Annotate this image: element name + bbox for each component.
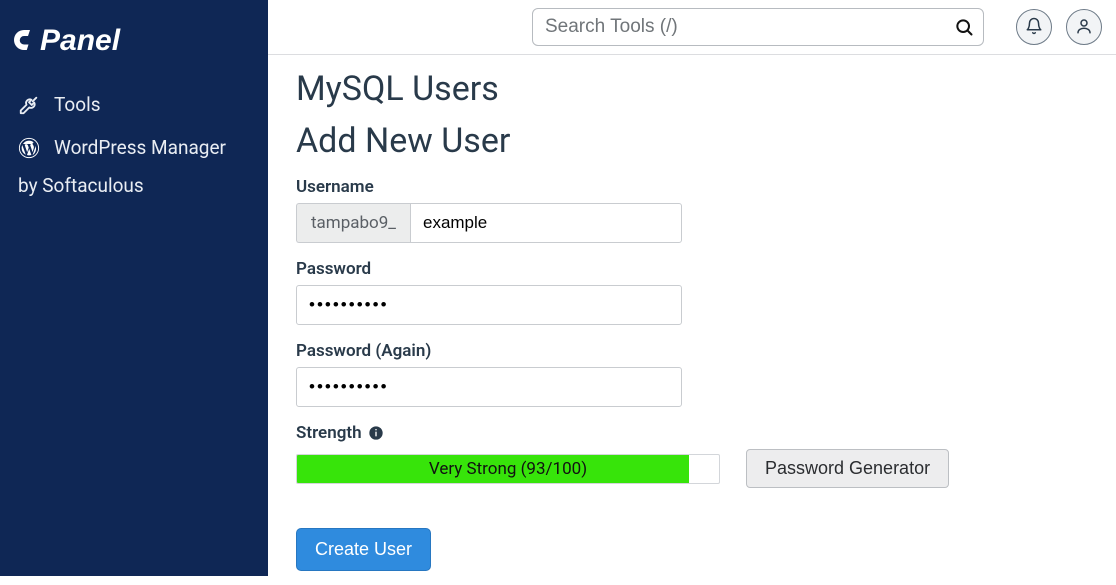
strength-label: Strength bbox=[296, 423, 362, 443]
strength-meter: Very Strong (93/100) bbox=[296, 454, 720, 484]
password-again-label: Password (Again) bbox=[296, 341, 1088, 361]
bell-icon bbox=[1025, 17, 1043, 38]
svg-text:Panel: Panel bbox=[40, 24, 121, 57]
wordpress-icon bbox=[18, 137, 40, 159]
strength-group: Strength Very Strong (93/100) Pa bbox=[296, 423, 1088, 488]
tools-icon bbox=[18, 94, 40, 116]
password-again-group: Password (Again) bbox=[296, 341, 1088, 407]
username-group: Username tampabo9_ bbox=[296, 177, 1088, 243]
sidebar-item-label: Tools bbox=[54, 94, 101, 117]
topbar bbox=[268, 0, 1116, 55]
create-user-button[interactable]: Create User bbox=[296, 528, 431, 571]
sidebar-subline: by Softaculous bbox=[0, 170, 268, 209]
notifications-button[interactable] bbox=[1016, 9, 1052, 45]
cpanel-logo: Panel bbox=[0, 12, 268, 84]
sidebar-item-wordpress-manager[interactable]: WordPress Manager bbox=[0, 127, 268, 170]
user-icon bbox=[1075, 17, 1093, 38]
username-label: Username bbox=[296, 177, 1088, 197]
password-input[interactable] bbox=[296, 285, 682, 325]
account-button[interactable] bbox=[1066, 9, 1102, 45]
username-prefix: tampabo9_ bbox=[296, 203, 410, 243]
password-label: Password bbox=[296, 259, 1088, 279]
info-icon[interactable] bbox=[368, 425, 384, 441]
sidebar-item-label: WordPress Manager bbox=[54, 137, 226, 160]
sidebar-item-tools[interactable]: Tools bbox=[0, 84, 268, 127]
password-again-input[interactable] bbox=[296, 367, 682, 407]
search-wrap bbox=[532, 8, 984, 46]
password-group: Password bbox=[296, 259, 1088, 325]
content: MySQL Users Add New User Username tampab… bbox=[268, 55, 1116, 585]
sidebar: Panel Tools WordPress Manager by bbox=[0, 0, 268, 576]
username-input[interactable] bbox=[410, 203, 682, 243]
cpanel-logo-svg: Panel bbox=[14, 22, 160, 58]
main-area: MySQL Users Add New User Username tampab… bbox=[268, 0, 1116, 576]
search-icon[interactable] bbox=[954, 17, 974, 37]
search-input[interactable] bbox=[532, 8, 984, 46]
strength-meter-text: Very Strong (93/100) bbox=[297, 455, 719, 483]
page-title: MySQL Users bbox=[296, 69, 1088, 109]
section-title: Add New User bbox=[296, 121, 1088, 161]
password-generator-button[interactable]: Password Generator bbox=[746, 449, 949, 488]
